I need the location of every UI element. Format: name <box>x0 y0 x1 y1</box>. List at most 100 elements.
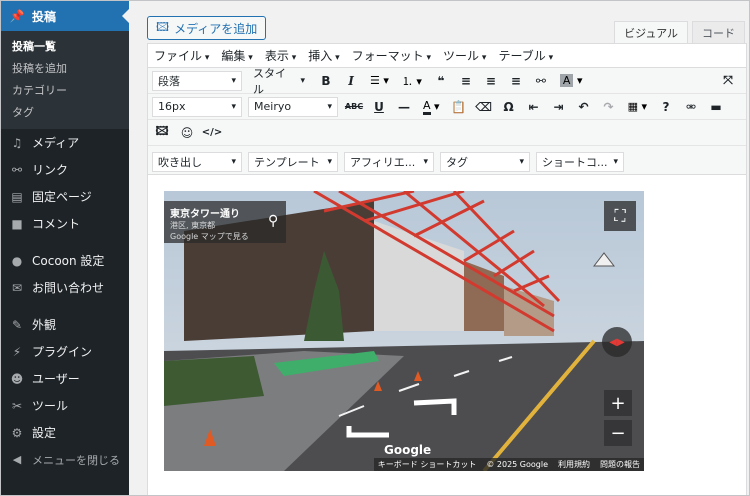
menu-format[interactable]: フォーマット <box>352 47 431 64</box>
sidebar-item-appearance[interactable]: ✎ 外観 <box>1 311 129 338</box>
comment-icon: ■ <box>11 216 23 231</box>
bold-icon[interactable]: B <box>316 71 336 91</box>
align-right-icon[interactable]: ≡ <box>506 71 526 91</box>
menu-tools[interactable]: ツール <box>443 47 486 64</box>
undo-icon[interactable]: ↶ <box>574 97 594 117</box>
sidebar-item-posts[interactable]: 📌 投稿 <box>1 1 129 31</box>
menu-view[interactable]: 表示 <box>265 47 296 64</box>
posts-submenu: 投稿一覧 投稿を追加 カテゴリー タグ <box>1 31 129 129</box>
sidebar-item-label: ユーザー <box>32 372 80 386</box>
font-size-select[interactable]: 16px <box>152 96 242 117</box>
background-color-icon[interactable]: A ▾ <box>556 74 587 87</box>
tool-icon: ✂ <box>11 398 23 413</box>
fullscreen-icon[interactable]: ⤧ <box>718 71 738 91</box>
sidebar-item-plugins[interactable]: ⚡ プラグイン <box>1 338 129 365</box>
page-icon: ▤ <box>11 189 23 204</box>
menu-edit[interactable]: 編集 <box>221 47 252 64</box>
sidebar-item-cocoon[interactable]: ● Cocoon 設定 <box>1 247 129 274</box>
affiliate-value: アフィリエ... <box>350 155 416 169</box>
zoom-out-button[interactable]: − <box>604 420 632 446</box>
editor-content[interactable]: 東京タワー通り 港区, 東京都 Google マップで見る ⚲ ⛶ ◀▶ + −… <box>148 174 746 495</box>
italic-icon[interactable]: I <box>341 71 361 91</box>
paragraph-select-value: 段落 <box>158 74 180 88</box>
sidebar-item-settings[interactable]: ⚙ 設定 <box>1 419 129 446</box>
view-in-maps-link[interactable]: Google マップで見る <box>170 231 280 242</box>
sidebar-item-label: Cocoon 設定 <box>32 254 105 268</box>
report-problem-link[interactable]: 問題の報告 <box>600 459 640 470</box>
compass-button[interactable]: ◀▶ <box>602 327 632 357</box>
link-icon: ⚯ <box>11 162 23 177</box>
style-select[interactable]: スタイル <box>248 67 310 96</box>
sidebar-item-label: 設定 <box>32 426 57 440</box>
tinymce-editor: ファイル 編集 表示 挿入 フォーマット ツール テーブル 段落 スタイル B … <box>147 43 747 495</box>
fullscreen-button[interactable]: ⛶ <box>604 201 636 231</box>
sidebar-item-comments[interactable]: ■ コメント <box>1 210 129 237</box>
tag-select[interactable]: タグ <box>440 151 530 172</box>
sidebar-item-users[interactable]: ☻ ユーザー <box>1 365 129 392</box>
street-view-embed[interactable]: 東京タワー通り 港区, 東京都 Google マップで見る ⚲ ⛶ ◀▶ + −… <box>164 191 644 471</box>
toolbar-row-1: 段落 スタイル B I ☰ ▾ ⒈ ▾ ❝ ≡ ≡ ≡ ⚯ A ▾ ⤧ <box>148 67 746 96</box>
sidebar-item-tools[interactable]: ✂ ツール <box>1 392 129 419</box>
align-center-icon[interactable]: ≡ <box>481 71 501 91</box>
sidebar-item-media[interactable]: ♫ メディア <box>1 129 129 156</box>
shortcode-value: ショートコ... <box>542 155 608 169</box>
minus-icon: − <box>610 422 626 444</box>
read-more-icon[interactable]: ▬ <box>706 97 726 117</box>
add-media-label: メディアを追加 <box>174 21 258 36</box>
numbered-list-icon[interactable]: ⒈ ▾ <box>398 73 426 89</box>
template-select[interactable]: テンプレート <box>248 151 338 172</box>
strikethrough-icon[interactable]: ABC <box>344 97 364 117</box>
menu-file[interactable]: ファイル <box>154 47 209 64</box>
cocoon-icon: ● <box>11 253 23 268</box>
code-icon[interactable]: </> <box>202 123 222 143</box>
font-family-select[interactable]: Meiryo <box>248 96 338 117</box>
sidebar-item-links[interactable]: ⚯ リンク <box>1 156 129 183</box>
horizontal-line-icon[interactable]: — <box>394 97 414 117</box>
submenu-categories[interactable]: カテゴリー <box>1 79 129 101</box>
image-icon[interactable]: 🖾 <box>152 123 172 143</box>
sidebar-item-contact[interactable]: ✉ お問い合わせ <box>1 274 129 301</box>
unlink-icon[interactable]: ⚮ <box>681 97 701 117</box>
blockquote-icon[interactable]: ❝ <box>431 71 451 91</box>
help-icon[interactable]: ? <box>656 97 676 117</box>
submenu-tags[interactable]: タグ <box>1 101 129 123</box>
add-media-button[interactable]: 🖾 メディアを追加 <box>147 16 267 40</box>
indent-icon[interactable]: ⇥ <box>549 97 569 117</box>
tab-code[interactable]: コード <box>692 21 745 43</box>
paragraph-select[interactable]: 段落 <box>152 70 242 91</box>
appearance-icon: ✎ <box>11 317 23 332</box>
collapse-menu-button[interactable]: ◀ メニューを閉じる <box>1 446 129 473</box>
clear-format-icon[interactable]: ⌫ <box>474 97 494 117</box>
menu-insert[interactable]: 挿入 <box>308 47 339 64</box>
map-pin-icon: ⚲ <box>268 213 279 229</box>
submenu-add-post[interactable]: 投稿を追加 <box>1 57 129 79</box>
paste-text-icon[interactable]: 📋 <box>449 97 469 117</box>
tab-visual[interactable]: ビジュアル <box>614 21 688 43</box>
align-left-icon[interactable]: ≡ <box>456 71 476 91</box>
keyboard-shortcuts-link[interactable]: キーボード ショートカット <box>378 459 477 470</box>
affiliate-select[interactable]: アフィリエ... <box>344 151 434 172</box>
redo-icon[interactable]: ↷ <box>599 97 619 117</box>
tag-value: タグ <box>446 155 468 169</box>
emoji-icon[interactable]: ☺ <box>177 123 197 143</box>
speech-bubble-select[interactable]: 吹き出し <box>152 151 242 172</box>
sidebar-separator <box>1 237 129 247</box>
collapse-label: メニューを閉じる <box>32 453 120 467</box>
shortcode-select[interactable]: ショートコ... <box>536 151 624 172</box>
submenu-all-posts[interactable]: 投稿一覧 <box>1 35 129 57</box>
underline-icon[interactable]: U <box>369 97 389 117</box>
terms-link[interactable]: 利用規約 <box>558 459 590 470</box>
sidebar-item-pages[interactable]: ▤ 固定ページ <box>1 183 129 210</box>
table-icon[interactable]: ▦ ▾ <box>624 100 651 113</box>
map-attribution-bar: キーボード ショートカット © 2025 Google 利用規約 問題の報告 <box>373 458 644 471</box>
place-address: 港区, 東京都 <box>170 221 216 230</box>
zoom-in-button[interactable]: + <box>604 390 632 416</box>
outdent-icon[interactable]: ⇤ <box>524 97 544 117</box>
speech-bubble-value: 吹き出し <box>158 155 202 169</box>
link-icon[interactable]: ⚯ <box>531 71 551 91</box>
bullet-list-icon[interactable]: ☰ ▾ <box>366 74 393 87</box>
menu-table[interactable]: テーブル <box>498 47 553 64</box>
editor-menubar: ファイル 編集 表示 挿入 フォーマット ツール テーブル <box>148 44 746 68</box>
special-char-icon[interactable]: Ω <box>499 97 519 117</box>
text-color-icon[interactable]: A ▾ <box>419 99 444 115</box>
